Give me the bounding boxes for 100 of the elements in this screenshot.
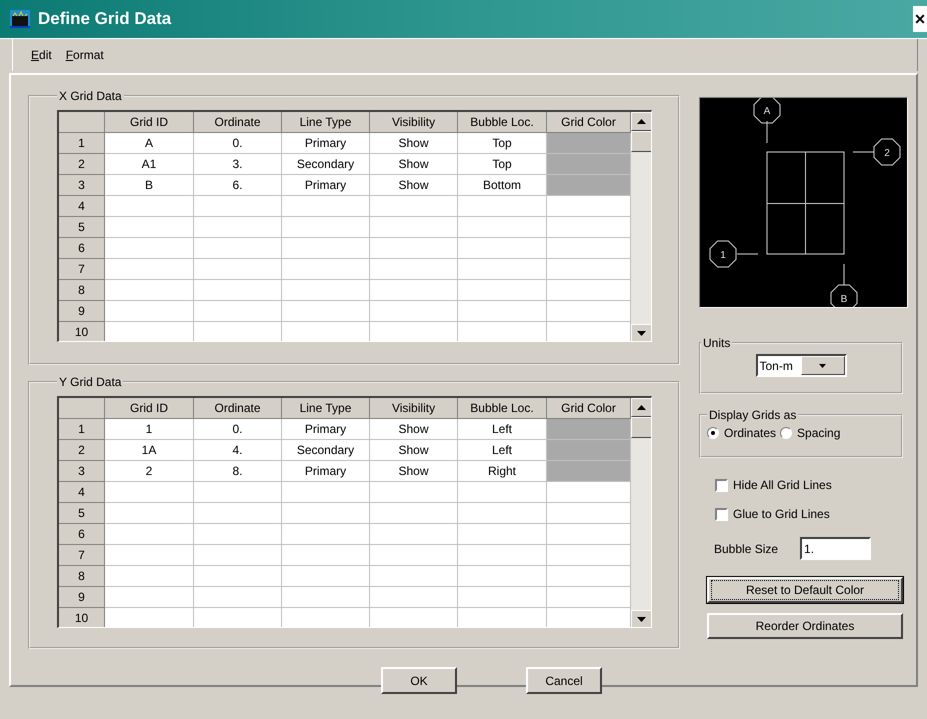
row-number: 1 — [59, 419, 105, 440]
table-corner — [59, 398, 105, 419]
table-cell[interactable]: Top — [458, 154, 547, 175]
row-number: 1 — [59, 133, 105, 154]
column-header: Line Type — [282, 398, 370, 419]
up-arrow-icon — [637, 405, 646, 410]
menu-item[interactable]: Edit — [31, 48, 52, 62]
push-button[interactable]: Reorder Ordinates — [707, 613, 903, 639]
table-cell[interactable]: 4. — [194, 440, 282, 461]
table-cell[interactable]: 0. — [194, 419, 282, 440]
color-cell[interactable] — [547, 440, 631, 461]
close-button[interactable]: × — [913, 6, 927, 32]
group-title: Units — [702, 336, 732, 350]
table-cell[interactable]: Right — [458, 461, 547, 482]
color-cell[interactable] — [547, 154, 631, 175]
table-cell[interactable]: Primary — [282, 175, 370, 196]
app-icon — [10, 10, 30, 28]
column-header: Bubble Loc. — [458, 112, 547, 133]
row-number: 9 — [59, 301, 105, 322]
dialog-button[interactable]: Cancel — [526, 667, 602, 694]
bubble-size-field[interactable]: 1. — [800, 537, 872, 560]
table-cell[interactable]: Show — [370, 440, 458, 461]
scroll-down-button[interactable] — [631, 324, 651, 341]
scroll-up-button[interactable] — [631, 112, 651, 131]
radio-icon[interactable] — [780, 427, 792, 439]
scroll-thumb[interactable] — [631, 417, 651, 438]
dialog-button[interactable]: OK — [381, 667, 457, 694]
color-cell[interactable] — [547, 419, 631, 440]
row-number: 10 — [59, 608, 105, 627]
row-number: 4 — [59, 196, 105, 217]
units-dropdown[interactable]: Ton-m — [756, 354, 846, 377]
checkbox-option[interactable]: Hide All Grid Lines — [715, 478, 907, 492]
column-header: Bubble Loc. — [458, 398, 547, 419]
table-cell[interactable]: 8. — [194, 461, 282, 482]
group-title: Display Grids as — [708, 408, 798, 422]
table-cell[interactable]: Show — [370, 154, 458, 175]
menu-item[interactable]: Format — [66, 48, 104, 62]
row-number: 7 — [59, 545, 105, 566]
column-header: Ordinate — [194, 112, 282, 133]
field-label: Bubble Size — [714, 542, 778, 556]
table-cell[interactable]: 1A — [105, 440, 194, 461]
table-cell[interactable]: 6. — [194, 175, 282, 196]
column-header: Visibility — [370, 112, 458, 133]
row-number: 8 — [59, 280, 105, 301]
table-cell[interactable]: 3. — [194, 154, 282, 175]
group-title: Y Grid Data — [58, 375, 122, 389]
scroll-thumb[interactable] — [631, 131, 651, 152]
scrollbar[interactable] — [631, 112, 651, 341]
column-header: Grid Color — [547, 398, 631, 419]
window-title: Define Grid Data — [38, 9, 172, 29]
table-cell[interactable]: Primary — [282, 461, 370, 482]
table-cell[interactable]: Left — [458, 419, 547, 440]
caret-icon — [819, 364, 826, 368]
radio-icon[interactable] — [707, 427, 719, 439]
table-cell[interactable]: Top — [458, 133, 547, 154]
table-cell[interactable]: 0. — [194, 133, 282, 154]
table-corner — [59, 112, 105, 133]
row-number: 9 — [59, 587, 105, 608]
row-number: 4 — [59, 482, 105, 503]
table-cell[interactable]: A1 — [105, 154, 194, 175]
checkbox[interactable] — [715, 508, 728, 520]
table-cell[interactable]: Secondary — [282, 440, 370, 461]
column-header: Grid ID — [105, 398, 194, 419]
column-header: Ordinate — [194, 398, 282, 419]
row-number: 5 — [59, 503, 105, 524]
table-cell[interactable]: Secondary — [282, 154, 370, 175]
table-cell[interactable]: Show — [370, 175, 458, 196]
table-cell[interactable]: Show — [370, 133, 458, 154]
table-cell[interactable]: Bottom — [458, 175, 547, 196]
column-header: Grid ID — [105, 112, 194, 133]
color-cell[interactable] — [547, 461, 631, 482]
table-cell[interactable]: Primary — [282, 133, 370, 154]
scroll-up-button[interactable] — [631, 398, 651, 417]
down-arrow-icon — [637, 331, 646, 336]
row-number: 6 — [59, 238, 105, 259]
table-cell[interactable]: 1 — [105, 419, 194, 440]
radio-option[interactable]: Ordinates — [707, 426, 776, 440]
color-cell[interactable] — [547, 175, 631, 196]
checkbox[interactable] — [715, 478, 728, 492]
table-cell[interactable]: B — [105, 175, 194, 196]
table-cell[interactable]: 2 — [105, 461, 194, 482]
column-header: Line Type — [282, 112, 370, 133]
column-header: Visibility — [370, 398, 458, 419]
table-cell[interactable]: A — [105, 133, 194, 154]
scrollbar[interactable] — [631, 398, 651, 627]
table-cell[interactable]: Show — [370, 419, 458, 440]
up-arrow-icon — [637, 119, 646, 124]
table-cell[interactable]: Show — [370, 461, 458, 482]
column-header: Grid Color — [547, 112, 631, 133]
push-button[interactable]: Reset to Default Color — [707, 577, 903, 603]
scroll-down-button[interactable] — [631, 610, 651, 627]
table-cell[interactable]: Left — [458, 440, 547, 461]
table-cell[interactable]: Primary — [282, 419, 370, 440]
row-number: 3 — [59, 461, 105, 482]
checkbox-option[interactable]: Glue to Grid Lines — [715, 507, 907, 521]
radio-option[interactable]: Spacing — [780, 426, 840, 440]
row-number: 6 — [59, 524, 105, 545]
down-arrow-icon — [637, 617, 646, 622]
color-cell[interactable] — [547, 133, 631, 154]
row-number: 10 — [59, 322, 105, 341]
